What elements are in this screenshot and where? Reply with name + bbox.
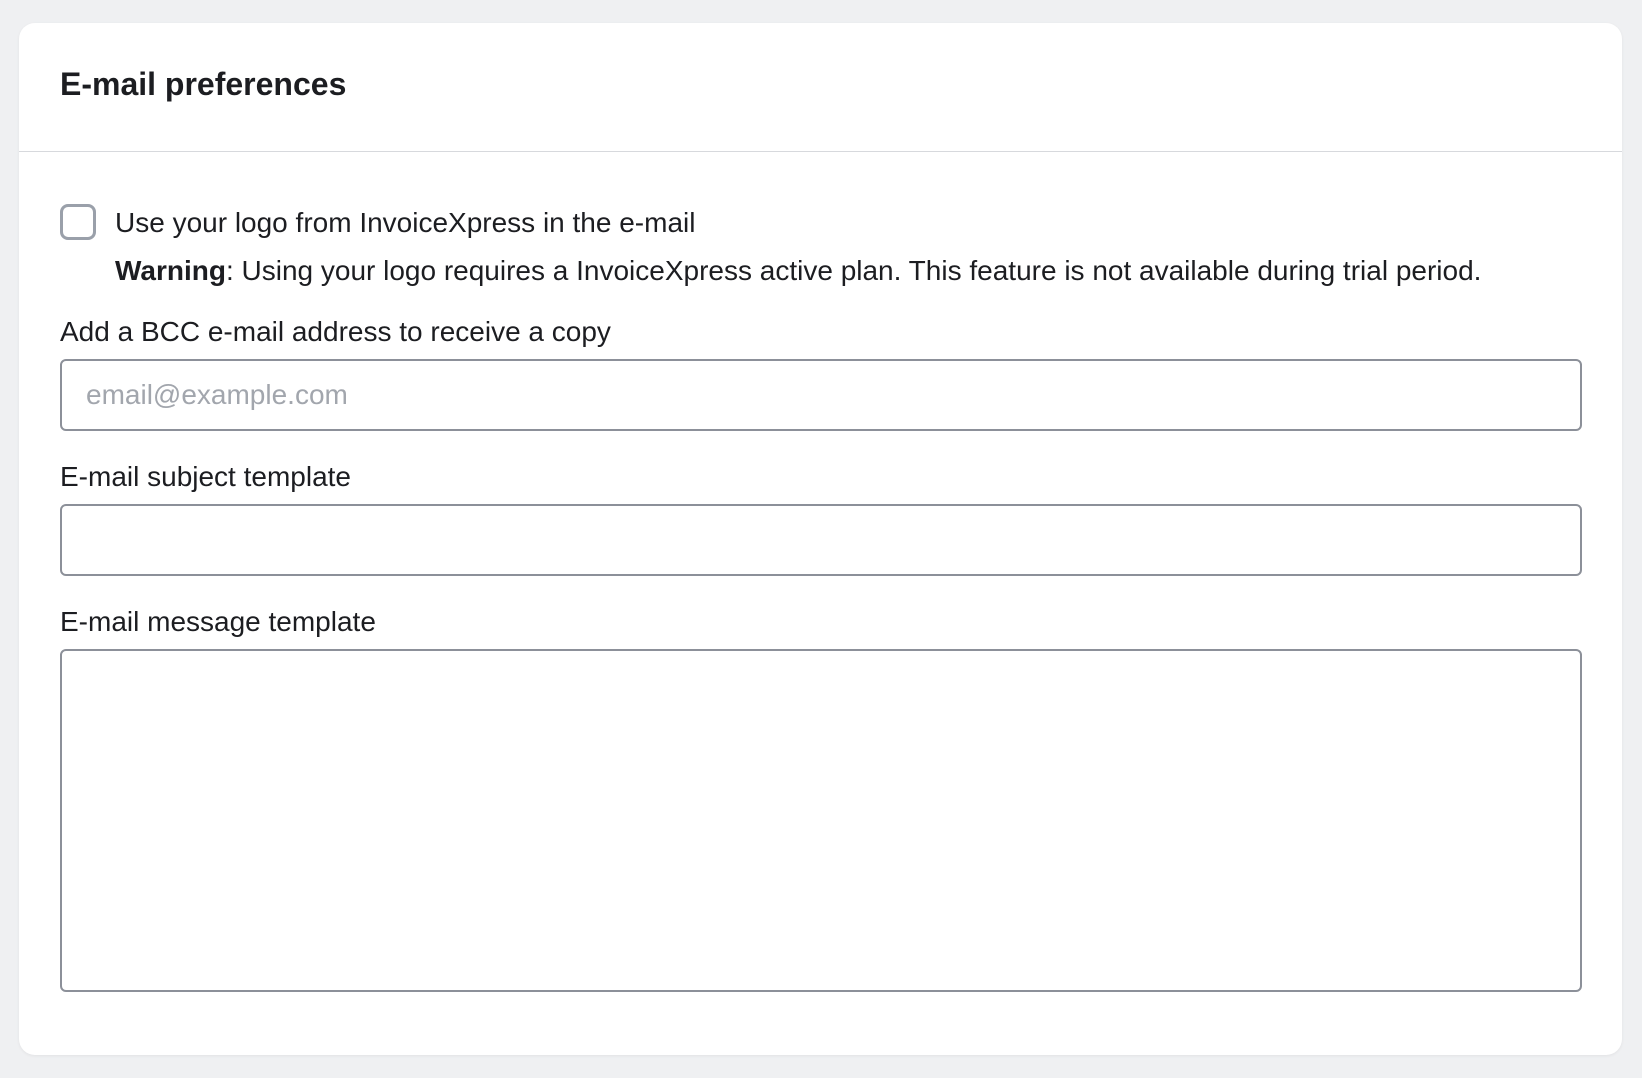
use-logo-label[interactable]: Use your logo from InvoiceXpress in the … [115,205,695,241]
use-logo-checkbox[interactable] [60,204,96,240]
logo-warning: Warning: Using your logo requires a Invo… [115,253,1481,289]
card-title: E-mail preferences [60,66,347,102]
card-header: E-mail preferences [19,23,1622,152]
warning-text: : Using your logo requires a InvoiceXpre… [225,255,1482,286]
card-body: Use your logo from InvoiceXpress in the … [19,152,1622,1055]
bcc-label: Add a BCC e-mail address to receive a co… [60,316,611,347]
message-template-textarea[interactable] [60,649,1582,992]
subject-template-input[interactable] [60,504,1582,576]
subject-label: E-mail subject template [60,461,352,492]
bcc-email-input[interactable] [60,359,1582,431]
warning-strong: Warning [115,255,226,286]
message-label: E-mail message template [60,606,376,637]
email-preferences-card: E-mail preferences Use your logo from In… [19,23,1622,1055]
